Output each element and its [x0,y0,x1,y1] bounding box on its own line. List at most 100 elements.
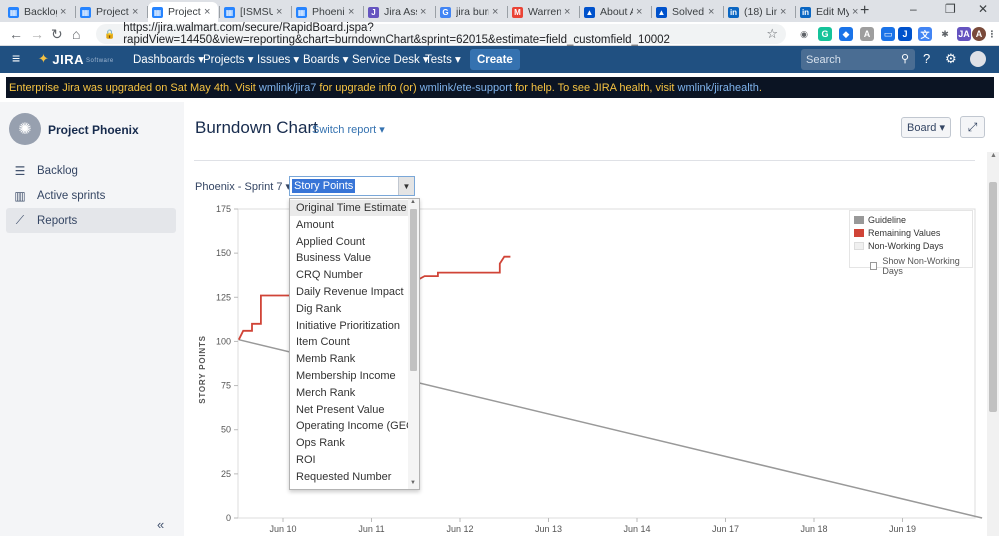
help-icon[interactable]: ? [923,51,930,66]
scroll-down-icon[interactable]: ▼ [410,480,416,486]
app-switcher-icon[interactable]: ≡ [12,50,20,66]
collapse-sidebar-button[interactable]: « [157,517,164,532]
project-avatar[interactable]: ✺ [9,113,41,145]
grammarly-icon[interactable]: G [818,27,832,41]
nav-issues[interactable]: Issues ▾ [257,52,299,66]
tab-close-icon[interactable]: × [348,6,358,18]
estimate-option[interactable]: Initiative Prioritization [290,318,408,334]
new-tab-button[interactable]: + [860,2,869,20]
estimate-option[interactable]: Amount [290,217,408,233]
maximize-button[interactable]: ❐ [945,2,956,16]
sidebar-item-active-sprints[interactable]: ▥ Active sprints [6,183,176,208]
bookmark-star-icon[interactable]: ☆ [766,26,778,42]
estimate-field-select[interactable]: Story Points ▼ [289,176,415,196]
browser-tab[interactable]: J Jira Assi× [364,2,434,22]
board-button[interactable]: Board ▾ [901,117,951,138]
estimate-option[interactable]: Requested Number [290,469,408,485]
browser-tab[interactable]: ▲ About A× [580,2,650,22]
browser-tab[interactable]: in (18) Link× [724,2,794,22]
estimate-option[interactable]: Memb Rank [290,351,408,367]
jira-logo[interactable]: ✦ JIRA Software [38,51,114,67]
settings-gear-icon[interactable]: ⚙ [945,51,957,67]
browser-tab[interactable]: ▲ Solved: × [652,2,722,22]
close-window-button[interactable]: ✕ [978,2,988,16]
banner-link-jira7[interactable]: wmlink/jira7 [259,82,316,94]
reload-icon[interactable]: ↻ [51,26,63,43]
cube-icon[interactable]: ◆ [839,27,853,41]
sprint-selector[interactable]: Phoenix - Sprint 7 ▾ [195,180,291,193]
estimate-option[interactable]: Daily Revenue Impact [290,284,408,300]
scroll-up-icon[interactable]: ▲ [410,199,416,205]
browser-tab[interactable]: Gjira burn× [436,2,506,22]
estimate-option[interactable]: Net Present Value [290,402,408,418]
expand-icon[interactable]: ⤢ [960,116,985,138]
banner-link-ete-support[interactable]: wmlink/ete-support [420,82,512,94]
estimate-option[interactable]: Business Value [290,250,408,266]
estimate-option[interactable]: Dig Rank [290,301,408,317]
tab-close-icon[interactable]: × [636,6,646,18]
user-avatar[interactable] [970,51,986,67]
estimate-option[interactable]: Applied Count [290,234,408,250]
estimate-option[interactable]: Merch Rank [290,385,408,401]
translate-icon[interactable]: 文 [918,27,932,41]
tab-close-icon[interactable]: × [564,6,574,18]
home-icon[interactable]: ⌂ [72,26,80,42]
tab-close-icon[interactable]: × [780,6,790,18]
estimate-option[interactable]: CRQ Number [290,267,408,283]
pdf-icon[interactable]: A [860,27,874,41]
puzzle-icon[interactable]: ✱ [938,27,952,41]
back-icon[interactable]: ← [9,26,23,42]
browser-tab[interactable]: ▦ Project P× [76,2,146,22]
nav-dashboards[interactable]: Dashboards ▾ [133,52,204,66]
estimate-option[interactable]: ROI [290,452,408,468]
x-tick-label: Jun 10 [269,524,296,534]
browser-tab[interactable]: M Warren × [508,2,578,22]
estimate-option[interactable]: Original Time Estimate [290,200,408,216]
url-bar[interactable]: 🔒 https://jira.walmart.com/secure/RapidB… [96,22,786,46]
jira-ext-icon[interactable]: J [898,27,912,41]
banner-link-jirahealth[interactable]: wmlink/jirahealth [678,82,759,94]
dropdown-scrollbar[interactable]: ▲ ▼ [408,199,419,489]
show-non-working-days-checkbox[interactable]: Show Non-Working Days [870,256,972,276]
tab-close-icon[interactable]: × [708,6,718,18]
sidebar-item-reports[interactable]: ⟋ Reports [6,208,176,233]
page-scroll-thumb[interactable] [989,182,997,412]
page-scrollbar[interactable]: ▲ [987,152,999,536]
chat-icon[interactable]: ▭ [881,27,895,41]
tab-close-icon[interactable]: × [492,6,502,18]
y-tick-label: 25 [221,469,231,479]
dropdown-arrow-icon[interactable]: ▼ [398,177,414,195]
browser-tab[interactable]: in Edit My × [796,2,866,22]
tab-close-icon[interactable]: × [60,6,70,18]
checkbox-box[interactable] [870,262,878,270]
tab-close-icon[interactable]: × [276,6,286,18]
estimate-option[interactable]: Item Count [290,334,408,350]
estimate-option[interactable]: Operating Income (GEC ... [290,418,408,434]
camera-icon[interactable]: ◉ [797,27,811,41]
dropdown-scroll-thumb[interactable] [410,209,417,371]
tab-close-icon[interactable]: × [132,6,142,18]
browser-tab[interactable]: ▦ Backlog× [4,2,74,22]
page-scroll-up-icon[interactable]: ▲ [990,152,997,159]
switch-report-dropdown[interactable]: Switch report ▾ [312,123,385,136]
browser-tab[interactable]: ▦ Phoenix× [292,2,362,22]
estimate-option[interactable]: Ops Rank [290,435,408,451]
nav-projects[interactable]: Projects ▾ [203,52,254,66]
forward-icon[interactable]: → [30,26,44,42]
search-input[interactable]: Search ⚲ [801,49,915,70]
ja-ext-icon[interactable]: JA [957,27,971,41]
tab-close-icon[interactable]: × [204,6,214,18]
minimize-button[interactable]: – [910,2,917,16]
create-button[interactable]: Create [470,49,520,70]
browser-tab[interactable]: ▦ [ISMSUP× [220,2,290,22]
nav-boards[interactable]: Boards ▾ [303,52,348,66]
estimate-option[interactable]: Membership Income [290,368,408,384]
kebab-menu-icon[interactable]: ⋮ [985,27,999,41]
tab-close-icon[interactable]: × [420,6,430,18]
project-name[interactable]: Project Phoenix [48,123,139,137]
nav-service-desk[interactable]: Service Desk ▾ [352,52,429,66]
nav-tests[interactable]: Tests ▾ [425,52,461,66]
sidebar-item-backlog[interactable]: ☰ Backlog [6,158,176,183]
browser-tab[interactable]: ▦ Project P× [148,2,218,22]
profile-icon[interactable]: A [972,27,986,41]
